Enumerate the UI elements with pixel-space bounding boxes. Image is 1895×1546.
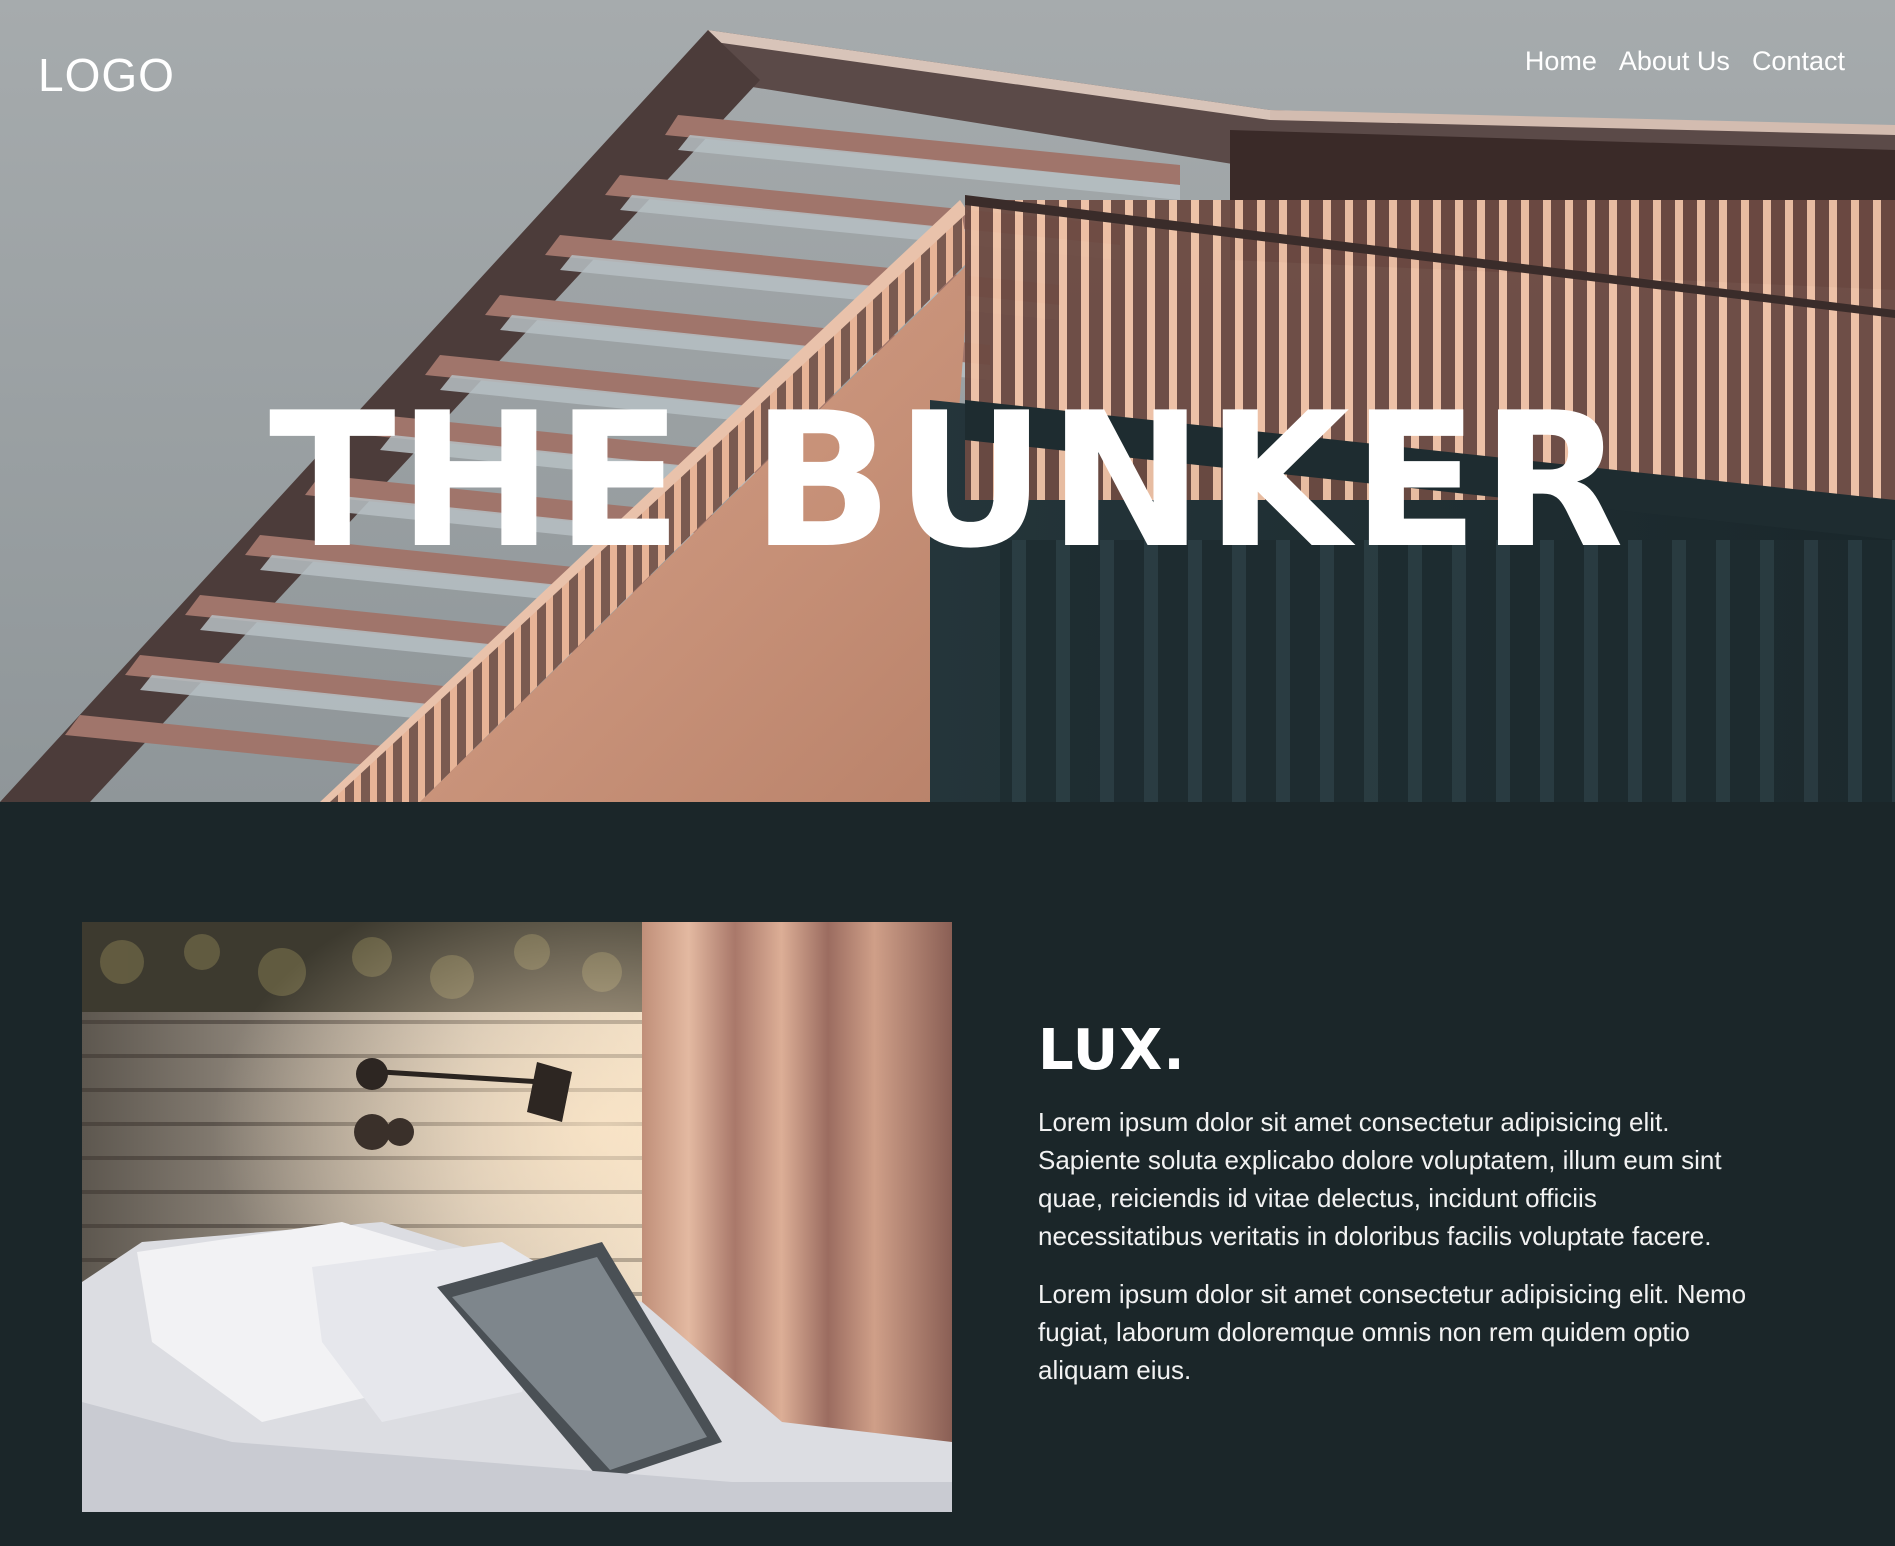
- hero-title: THE BUNKER: [268, 372, 1627, 589]
- nav-links: Home About Us Contact: [1525, 46, 1845, 77]
- site-logo[interactable]: LOGO: [38, 48, 175, 102]
- hero-section: LOGO Home About Us Contact THE BUNKER: [0, 0, 1895, 802]
- feature-section: LUX. Lorem ipsum dolor sit amet consecte…: [0, 802, 1895, 1546]
- bedroom-photo: [82, 922, 952, 1512]
- nav-link-contact[interactable]: Contact: [1752, 46, 1845, 77]
- feature-paragraph-1: Lorem ipsum dolor sit amet consectetur a…: [1038, 1107, 1722, 1251]
- top-navigation: LOGO Home About Us Contact: [0, 0, 1895, 140]
- feature-text: LUX. Lorem ipsum dolor sit amet consecte…: [1038, 1018, 1758, 1409]
- feature-heading: LUX.: [1038, 1018, 1186, 1083]
- nav-link-about-us[interactable]: About Us: [1619, 46, 1730, 77]
- feature-paragraph-2: Lorem ipsum dolor sit amet consectetur a…: [1038, 1279, 1747, 1385]
- nav-link-home[interactable]: Home: [1525, 46, 1597, 77]
- bedroom-photo-illustration: [82, 922, 952, 1512]
